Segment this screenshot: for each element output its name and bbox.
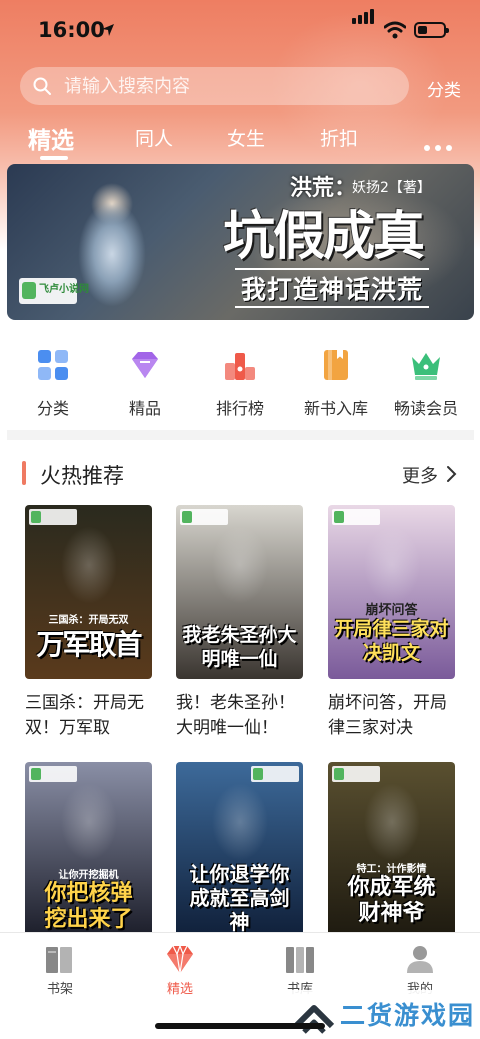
quick-nav-label: 排行榜 xyxy=(215,399,264,418)
tab-featured[interactable]: 精选 xyxy=(28,121,74,155)
feilu-logo-icon xyxy=(180,509,228,525)
quick-nav-new-books[interactable]: 新书入库 xyxy=(288,345,384,425)
quick-nav-label: 分类 xyxy=(36,399,69,418)
section-divider xyxy=(7,430,474,440)
book-name[interactable]: 三国杀：开局无双！万军取 xyxy=(25,691,153,741)
location-arrow-icon xyxy=(102,24,114,36)
bottom-tab-label: 精选 xyxy=(166,982,193,997)
cover-tag: 崩坏问答 xyxy=(365,603,418,618)
feilu-logo-icon xyxy=(29,509,77,525)
home-indicator xyxy=(155,1023,325,1029)
feilu-logo-icon xyxy=(332,509,380,525)
book-name[interactable]: 我！老朱圣孙！大明唯一仙！ xyxy=(176,691,304,741)
banner-logo-text: 飞卢小说网 xyxy=(39,284,89,295)
cover-title: 你把核弹挖出来了 xyxy=(44,880,133,932)
cover-tag: 让你开挖掘机 xyxy=(58,870,119,881)
user-icon xyxy=(407,946,433,973)
book-cover[interactable]: 让你开挖掘机 你把核弹挖出来了 xyxy=(25,762,152,936)
bookshelf-icon xyxy=(46,947,72,973)
quick-nav-label: 新书入库 xyxy=(303,399,368,418)
cover-title: 让你退学你成就至高剑神 xyxy=(189,862,290,934)
search-input[interactable] xyxy=(64,71,394,101)
crown-icon xyxy=(412,353,440,380)
diamond-icon xyxy=(132,352,158,378)
quick-nav-premium[interactable]: 精品 xyxy=(97,345,193,425)
feilu-logo-icon xyxy=(332,766,380,782)
book-name[interactable]: 崩坏问答，开局律三家对决 xyxy=(328,691,456,741)
banner-title: 坑假成真 xyxy=(223,206,425,267)
quick-nav-label: 畅读会员 xyxy=(393,399,458,418)
chevron-right-icon[interactable] xyxy=(446,465,458,483)
tab-active-indicator xyxy=(40,156,68,160)
book-cover[interactable]: 让你退学你成就至高剑神 xyxy=(176,762,303,936)
bottom-tab-bookshelf[interactable]: 书架 xyxy=(0,933,120,1003)
quick-nav: 分类 精品 排行榜 新书入库 畅读会员 xyxy=(0,345,480,425)
status-bar: 16:00 xyxy=(0,0,480,56)
search-icon xyxy=(33,77,51,95)
cover-title: 开局律三家对决凯文 xyxy=(334,618,449,664)
promo-banner[interactable]: 洪荒： 妖扬2【著】 坑假成真 我打造神话洪荒 飞卢小说网 xyxy=(7,164,474,320)
feilu-logo-icon xyxy=(251,766,299,782)
book-cover[interactable]: 崩坏问答 开局律三家对决凯文 xyxy=(328,505,455,679)
tab-female[interactable]: 女生 xyxy=(227,124,265,151)
wifi-icon xyxy=(384,21,406,39)
category-link[interactable]: 分类 xyxy=(427,76,461,101)
quick-nav-ranking[interactable]: 排行榜 xyxy=(192,345,288,425)
section-accent-bar xyxy=(22,461,26,485)
bottom-tab-label: 书架 xyxy=(46,982,73,997)
cover-title: 我老朱圣孙大明唯一仙 xyxy=(182,624,297,670)
ranking-icon xyxy=(225,353,255,380)
tab-discount[interactable]: 折扣 xyxy=(320,124,358,151)
library-icon xyxy=(286,947,314,973)
quick-nav-category[interactable]: 分类 xyxy=(5,345,101,425)
banner-logo: 飞卢小说网 xyxy=(19,278,89,304)
status-time: 16:00 xyxy=(38,18,105,42)
watermark-text: 二货游戏园 xyxy=(340,1001,476,1030)
banner-slogan: 我打造神话洪荒 xyxy=(235,268,430,308)
cover-tag: 特工：计作影情 xyxy=(356,864,427,875)
grid-icon xyxy=(38,350,68,380)
feilu-logo-icon xyxy=(29,766,77,782)
new-book-icon xyxy=(324,350,348,380)
watermark: 二货游戏园 xyxy=(284,990,480,1039)
tab-fan-fiction[interactable]: 同人 xyxy=(135,124,173,151)
battery-icon xyxy=(414,22,449,38)
top-tabs: 精选 同人 女生 折扣 xyxy=(0,120,480,160)
bottom-tab-featured[interactable]: 精选 xyxy=(120,933,240,1003)
feilu-logo-icon xyxy=(22,282,36,299)
cover-title: 你成军统财神爷 xyxy=(347,874,436,926)
book-cover[interactable]: 特工：计作影情 你成军统财神爷 xyxy=(328,762,455,936)
cover-title: 万军取首 xyxy=(36,628,142,661)
more-tabs-icon[interactable] xyxy=(424,136,457,155)
section-title: 火热推荐 xyxy=(40,464,124,488)
search-bar[interactable] xyxy=(20,67,409,105)
section-more-link[interactable]: 更多 xyxy=(402,462,438,488)
quick-nav-vip[interactable]: 畅读会员 xyxy=(378,345,474,425)
diamond-icon xyxy=(167,944,193,974)
book-cover[interactable]: 我老朱圣孙大明唯一仙 xyxy=(176,505,303,679)
quick-nav-label: 精品 xyxy=(128,399,161,418)
book-cover[interactable]: 三国杀：开局无双 万军取首 xyxy=(25,505,152,679)
